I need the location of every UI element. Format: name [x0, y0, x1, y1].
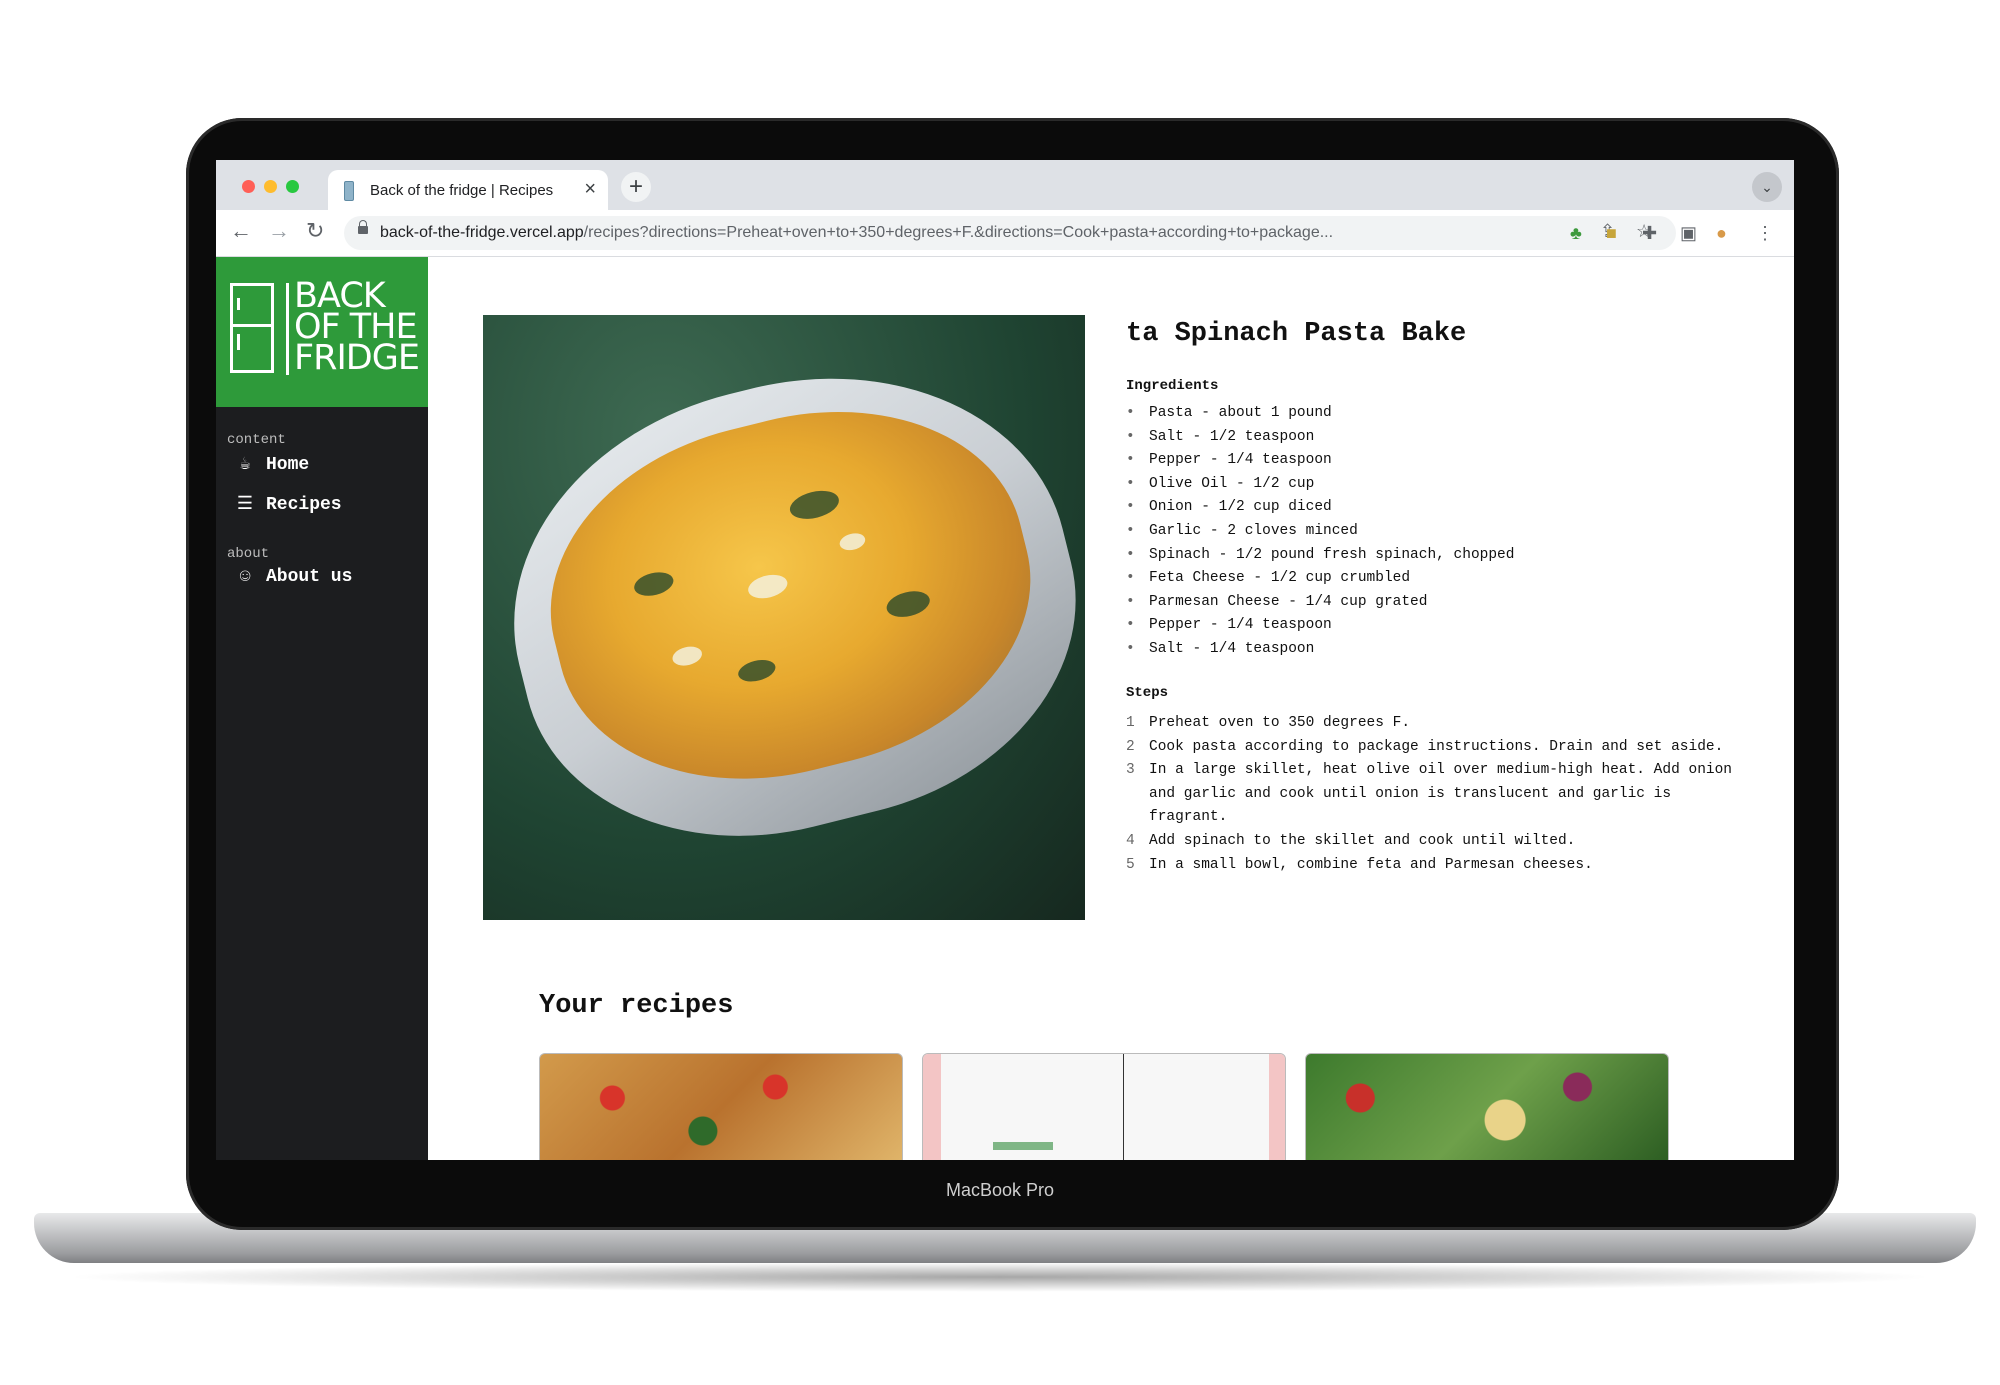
close-tab-icon[interactable]: ×	[584, 178, 596, 201]
list-item: Olive Oil - 1/2 cup	[1126, 476, 1514, 500]
jar-extension-icon[interactable]: ■	[1606, 223, 1617, 244]
users-icon: ☺	[239, 567, 251, 587]
menu-kebab-icon[interactable]: ⋮	[1756, 223, 1774, 244]
back-arrow-icon[interactable]: ←	[230, 218, 252, 244]
list-item: Parmesan Cheese - 1/4 cup grated	[1126, 594, 1514, 618]
steps-heading: Steps	[1126, 685, 1169, 701]
url-text[interactable]: back-of-the-fridge.vercel.app/recipes?di…	[380, 224, 1520, 242]
ingredients-heading: Ingredients	[1126, 378, 1219, 394]
minimize-window-button[interactable]	[264, 180, 277, 193]
address-bar[interactable]: back-of-the-fridge.vercel.app/recipes?di…	[344, 216, 1676, 250]
step-item: 2 Cook pasta according to package instruc…	[1126, 738, 1724, 755]
zoom-window-button[interactable]	[286, 180, 299, 193]
recipe-card[interactable]	[1305, 1053, 1669, 1160]
list-item: Salt - 1/2 teaspoon	[1126, 429, 1514, 453]
laptop-shadow	[60, 1262, 1940, 1292]
steps-list: 1 Preheat oven to 350 degrees F. 2 Cook pa…	[1126, 712, 1746, 877]
baking-dish	[483, 323, 1085, 887]
new-tab-button[interactable]: +	[621, 172, 651, 202]
browser-tab[interactable]: Back of the fridge | Recipes ×	[328, 170, 608, 210]
site-logo[interactable]: BACK OF THE FRIDGE	[216, 257, 428, 407]
browser-toolbar: ← → ↻ back-of-the-fridge.vercel.app/reci…	[216, 210, 1794, 257]
sidebar-item-label: About us	[266, 567, 353, 587]
list-item: Pepper - 1/4 teaspoon	[1126, 617, 1514, 641]
list-item: Garlic - 2 cloves minced	[1126, 523, 1514, 547]
recipe-card[interactable]	[539, 1053, 903, 1160]
device-label: MacBook Pro	[945, 1180, 1055, 1200]
tab-bar: Back of the fridge | Recipes × + ⌄	[216, 160, 1794, 210]
step-item: 4 Add spinach to the skillet and cook unt…	[1126, 832, 1576, 849]
sidebar-section-content: content	[227, 432, 286, 448]
close-window-button[interactable]	[242, 180, 255, 193]
sidebar-item-label: Recipes	[266, 495, 342, 515]
tab-search-chevron-icon[interactable]: ⌄	[1752, 172, 1782, 202]
extensions-puzzle-icon[interactable]: ✚	[1642, 223, 1657, 244]
tab-title: Back of the fridge | Recipes	[370, 182, 554, 199]
sidebar-item-about-us[interactable]: ☺ About us	[234, 567, 353, 587]
screen: Back of the fridge | Recipes × + ⌄ ← → ↻…	[216, 160, 1794, 1160]
recipe-card[interactable]	[922, 1053, 1286, 1160]
list-item: Pepper - 1/4 teaspoon	[1126, 452, 1514, 476]
list-item: Onion - 1/2 cup diced	[1126, 499, 1514, 523]
profile-avatar[interactable]: ●	[1716, 223, 1727, 244]
tree-extension-icon[interactable]: ♣	[1570, 223, 1582, 244]
list-item: Feta Cheese - 1/2 cup crumbled	[1126, 570, 1514, 594]
ingredients-list: Pasta - about 1 pound Salt - 1/2 teaspoo…	[1126, 405, 1514, 665]
logo-line-3: FRIDGE	[294, 338, 420, 378]
sidebar: BACK OF THE FRIDGE content ☕ Home ☰ Recipe…	[216, 257, 428, 1160]
list-icon: ☰	[236, 495, 254, 515]
recipe-photo	[483, 315, 1085, 920]
list-item: Spinach - 1/2 pound fresh spinach, chopp…	[1126, 547, 1514, 571]
your-recipes-heading: Your recipes	[539, 991, 734, 1021]
recipe-title: ta Spinach Pasta Bake	[1126, 319, 1467, 349]
sidebar-section-about: about	[227, 546, 270, 562]
step-item: 3 In a large skillet, heat olive oil over…	[1126, 762, 1732, 826]
list-item: Pasta - about 1 pound	[1126, 405, 1514, 429]
step-item: 1 Preheat oven to 350 degrees F.	[1126, 715, 1411, 731]
pasta-bake	[515, 367, 1066, 824]
coffee-icon: ☕	[239, 455, 251, 475]
sidebar-item-home[interactable]: ☕ Home	[234, 453, 310, 475]
side-panel-icon[interactable]: ▣	[1680, 223, 1697, 244]
forward-arrow-icon[interactable]: →	[268, 218, 290, 244]
fridge-logo-icon	[230, 283, 274, 373]
list-item: Salt - 1/4 teaspoon	[1126, 641, 1514, 665]
main-content: ta Spinach Pasta Bake Ingredients Pasta …	[428, 257, 1794, 1160]
logo-text: BACK OF THE FRIDGE	[294, 279, 420, 378]
logo-divider	[286, 283, 289, 375]
step-item: 5 In a small bowl, combine feta and Parme…	[1126, 856, 1593, 873]
fridge-favicon-icon	[344, 181, 354, 201]
lock-icon	[358, 220, 368, 234]
sidebar-item-recipes[interactable]: ☰ Recipes	[234, 493, 342, 515]
sidebar-item-label: Home	[266, 455, 310, 475]
reload-icon[interactable]: ↻	[306, 218, 324, 244]
